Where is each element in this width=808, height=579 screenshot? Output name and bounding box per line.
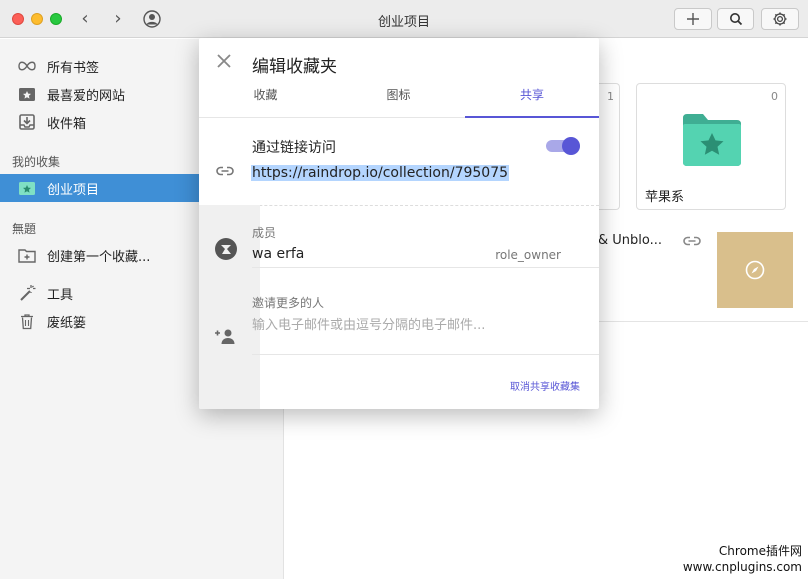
member-role: role_owner	[495, 248, 561, 262]
zoom-window-button[interactable]	[50, 13, 62, 25]
add-button[interactable]	[674, 8, 712, 30]
compass-icon	[745, 260, 765, 280]
divider	[252, 267, 599, 268]
sidebar-item-trash[interactable]: 废纸篓	[0, 307, 200, 335]
edit-collection-dialog: 编辑收藏夹 收藏 图标 共享 通过链接访问 https://raindrop.i…	[199, 38, 599, 409]
gear-icon	[773, 12, 787, 26]
sidebar-item-create-collection[interactable]: 创建第一个收藏...	[0, 241, 200, 269]
add-person-icon	[215, 329, 235, 344]
share-url[interactable]: https://raindrop.io/collection/795075	[251, 165, 510, 181]
search-button[interactable]	[717, 8, 754, 30]
members-label: 成员	[252, 226, 277, 240]
sidebar-item-label: 收件箱	[47, 116, 87, 132]
sidebar-item-tools[interactable]: 工具	[0, 279, 200, 307]
collection-card[interactable]: 1	[598, 83, 620, 210]
tab-bookmarks[interactable]: 收藏	[199, 84, 332, 118]
card-count: 1	[607, 90, 614, 103]
section-header-untitled: 無題	[12, 222, 37, 236]
sidebar-item-label: 创建第一个收藏...	[47, 249, 151, 265]
inbox-icon	[17, 112, 37, 132]
magic-wand-icon	[17, 283, 37, 303]
link-access-label: 通过链接访问	[252, 140, 336, 156]
card-name: 苹果系	[645, 190, 685, 205]
star-folder-icon	[683, 114, 741, 166]
forward-icon[interactable]: ›	[108, 9, 128, 29]
sidebar-item-label: 废纸篓	[47, 315, 87, 331]
tab-icon[interactable]: 图标	[332, 84, 465, 118]
sidebar-item-label: 最喜爱的网站	[47, 88, 126, 104]
plus-icon	[687, 13, 699, 25]
dialog-title: 编辑收藏夹	[252, 57, 337, 77]
star-folder-icon	[17, 178, 37, 198]
add-folder-icon	[17, 245, 37, 265]
sidebar-item-favorites[interactable]: 最喜爱的网站	[0, 80, 200, 108]
divider	[252, 354, 599, 355]
watermark: Chrome插件网 www.cnplugins.com	[683, 543, 802, 575]
avatar	[215, 238, 237, 260]
settings-button[interactable]	[761, 8, 799, 30]
collection-card-apple[interactable]: 0 苹果系	[636, 83, 786, 210]
star-folder-icon	[17, 84, 37, 104]
title-bar: ‹ › 创业项目	[0, 0, 808, 38]
sidebar-item-label: 创业项目	[47, 182, 100, 198]
close-window-button[interactable]	[12, 13, 24, 25]
watermark-line-2: www.cnplugins.com	[682, 560, 802, 574]
sidebar-item-startup-project[interactable]: 创业项目	[0, 174, 200, 202]
tab-share[interactable]: 共享	[465, 84, 599, 118]
member-name: wa erfa	[252, 246, 305, 262]
invite-email-input[interactable]	[252, 314, 582, 336]
sidebar-item-label: 所有书签	[47, 60, 100, 76]
link-access-toggle[interactable]	[546, 137, 582, 155]
trash-icon	[17, 311, 37, 331]
link-icon	[683, 236, 701, 246]
sidebar-item-inbox[interactable]: 收件箱	[0, 108, 200, 136]
sidebar-item-all-bookmarks[interactable]: 所有书签	[0, 52, 200, 80]
bookmark-thumbnail	[717, 232, 793, 308]
link-icon	[216, 166, 234, 176]
dialog-tabs: 收藏 图标 共享	[199, 84, 599, 118]
card-count: 0	[771, 90, 778, 103]
back-icon[interactable]: ‹	[75, 9, 95, 29]
infinity-icon	[17, 56, 37, 76]
invite-label: 邀请更多的人	[252, 296, 325, 310]
search-icon	[729, 13, 742, 26]
unshare-collection-link[interactable]: 取消共享收藏集	[510, 378, 580, 393]
close-icon[interactable]	[215, 52, 233, 70]
minimize-window-button[interactable]	[31, 13, 43, 25]
watermark-line-1: Chrome插件网	[718, 544, 802, 558]
account-icon[interactable]	[143, 10, 161, 28]
sidebar-item-label: 工具	[47, 287, 74, 303]
section-header-my-collections: 我的收集	[12, 155, 61, 169]
bookmark-title[interactable]: & Unblo...	[598, 233, 662, 248]
